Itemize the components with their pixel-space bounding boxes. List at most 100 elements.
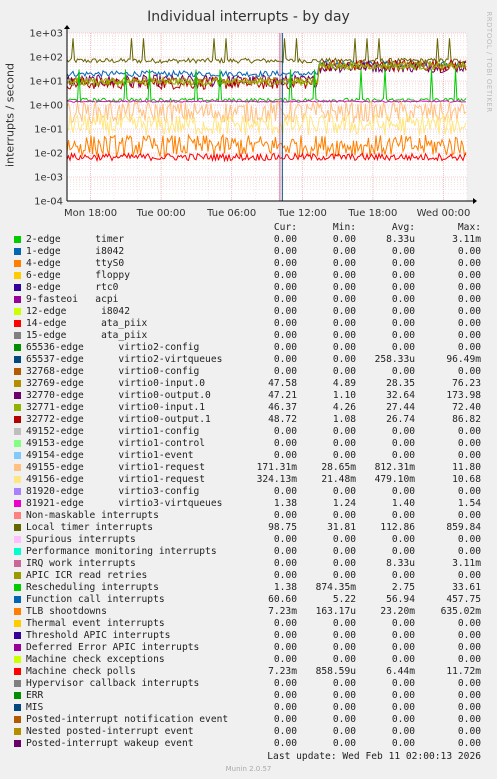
legend-cur-value: 0.00 <box>273 354 297 365</box>
legend-min-value: 21.48m <box>321 474 356 485</box>
legend-min-value: 0.00 <box>332 306 356 317</box>
legend-swatch <box>14 440 21 447</box>
legend-cur-value: 0.00 <box>273 570 297 581</box>
legend-max-value: 96.49m <box>446 354 481 365</box>
legend-avg-value: 56.94 <box>386 594 415 605</box>
legend-row: Local timer interrupts 98.75 31.81 112.86 85… <box>0 522 497 534</box>
legend-avg-value: 27.44 <box>386 402 415 413</box>
legend-label: Function call interrupts <box>26 594 165 605</box>
legend-min-value: 0.00 <box>332 702 356 713</box>
legend-avg-value: 0.00 <box>391 486 415 497</box>
x-tick-label: Tue 18:00 <box>347 208 397 219</box>
legend-cur-value: 0.00 <box>273 294 297 305</box>
legend-max-value: 457.75 <box>446 594 481 605</box>
legend-max-value: 0.00 <box>457 270 481 281</box>
legend-row: ERR 0.00 0.00 0.00 0.00 <box>0 690 497 702</box>
legend-avg-value: 0.00 <box>391 246 415 257</box>
legend-max-value: 0.00 <box>457 702 481 713</box>
legend-row: Rescheduling interrupts 1.38 874.35m 2.75 33… <box>0 582 497 594</box>
legend-label: Machine check exceptions <box>26 654 165 665</box>
legend-label: Machine check polls <box>26 666 136 677</box>
legend-avg-value: 0.00 <box>391 630 415 641</box>
legend-min-value: 0.00 <box>332 738 356 749</box>
legend-row: TLB shootdowns 7.23m 163.17u 23.20m 635.02m <box>0 606 497 618</box>
legend-swatch <box>14 308 21 315</box>
legend-min-value: 0.00 <box>332 246 356 257</box>
legend-swatch <box>14 236 21 243</box>
legend-cur-value: 0.00 <box>273 714 297 725</box>
legend-row: 32771-edge virtio0-input.1 46.37 4.26 27.44… <box>0 402 497 414</box>
legend-min-value: 0.00 <box>332 270 356 281</box>
legend-min-value: 0.00 <box>332 654 356 665</box>
legend-swatch <box>14 260 21 267</box>
legend-cur-value: 0.00 <box>273 270 297 281</box>
legend-cur-value: 60.60 <box>268 594 297 605</box>
legend-avg-value: 0.00 <box>391 318 415 329</box>
legend-cur-value: 0.00 <box>273 330 297 341</box>
legend-cur-value: 0.00 <box>273 546 297 557</box>
legend-max-value: 0.00 <box>457 342 481 353</box>
legend-swatch <box>14 668 21 675</box>
legend-row: 32770-edge virtio0-output.0 47.21 1.10 32.6… <box>0 390 497 402</box>
legend-swatch <box>14 704 21 711</box>
legend-swatch <box>14 476 21 483</box>
legend-row: 32768-edge virtio0-config 0.00 0.00 0.00 0.0… <box>0 366 497 378</box>
legend-cur-value: 0.00 <box>273 426 297 437</box>
legend-min-value: 0.00 <box>332 258 356 269</box>
legend-cur-value: 0.00 <box>273 534 297 545</box>
legend-min-value: 163.17u <box>315 606 356 617</box>
legend-max-value: 0.00 <box>457 690 481 701</box>
legend-swatch <box>14 644 21 651</box>
legend-cur-value: 0.00 <box>273 246 297 257</box>
legend-avg-value: 0.00 <box>391 570 415 581</box>
legend-cur-value: 171.31m <box>256 462 297 473</box>
legend-row: 4-edge ttyS0 0.00 0.00 0.00 0.00 <box>0 258 497 270</box>
legend-label: 81921-edge virtio3-virtqueues <box>26 498 223 509</box>
legend-swatch <box>14 272 21 279</box>
legend-row: 65537-edge virtio2-virtqueues 0.00 0.00 258… <box>0 354 497 366</box>
legend-avg-value: 32.64 <box>386 390 415 401</box>
legend-label: 49155-edge virtio1-request <box>26 462 206 473</box>
legend-swatch <box>14 620 21 627</box>
legend-max-value: 0.00 <box>457 570 481 581</box>
legend-row: 32769-edge virtio0-input.0 47.58 4.89 28.35… <box>0 378 497 390</box>
legend-min-value: 0.00 <box>332 354 356 365</box>
legend-max-value: 0.00 <box>457 426 481 437</box>
legend-row: 81921-edge virtio3-virtqueues 1.38 1.24 1.4… <box>0 498 497 510</box>
legend-min-value: 0.00 <box>332 570 356 581</box>
legend-cur-value: 0.00 <box>273 690 297 701</box>
legend-swatch <box>14 632 21 639</box>
legend-max-value: 0.00 <box>457 438 481 449</box>
legend-label: 49153-edge virtio1-control <box>26 438 206 449</box>
x-tick-label: Tue 12:00 <box>277 208 327 219</box>
legend-avg-value: 479.10m <box>374 474 415 485</box>
legend-max-value: 0.00 <box>457 330 481 341</box>
legend-avg-value: 0.00 <box>391 258 415 269</box>
legend-avg-value: 0.00 <box>391 438 415 449</box>
legend-row: 49155-edge virtio1-request 171.31m 28.65m 8… <box>0 462 497 474</box>
y-tick-label: 1e-04 <box>34 197 63 208</box>
legend-avg-value: 0.00 <box>391 642 415 653</box>
legend-swatch <box>14 416 21 423</box>
legend-avg-value: 0.00 <box>391 618 415 629</box>
legend-max-value: 0.00 <box>457 678 481 689</box>
x-tick-label: Tue 06:00 <box>206 208 256 219</box>
legend-min-value: 0.00 <box>332 450 356 461</box>
legend-min-value: 31.81 <box>327 522 356 533</box>
legend-cur-value: 0.00 <box>273 738 297 749</box>
legend-swatch <box>14 608 21 615</box>
legend-max-value: 0.00 <box>457 318 481 329</box>
legend-max-value: 11.72m <box>446 666 481 677</box>
legend-label: 8-edge rtc0 <box>26 282 119 293</box>
legend-cur-value: 48.72 <box>268 414 297 425</box>
legend-cur-value: 1.38 <box>273 498 297 509</box>
legend-label: MIS <box>26 702 44 713</box>
legend-swatch <box>14 428 21 435</box>
legend-row: Function call interrupts 60.60 5.22 56.94 45… <box>0 594 497 606</box>
last-update: Last update: Wed Feb 11 02:00:13 2026 <box>267 751 481 762</box>
legend-min-value: 4.89 <box>332 378 356 389</box>
legend-row: 65536-edge virtio2-config 0.00 0.00 0.00 0.0… <box>0 342 497 354</box>
legend-cur-value: 0.00 <box>273 702 297 713</box>
legend-avg-value: 1.40 <box>391 498 415 509</box>
legend-label: Thermal event interrupts <box>26 618 165 629</box>
